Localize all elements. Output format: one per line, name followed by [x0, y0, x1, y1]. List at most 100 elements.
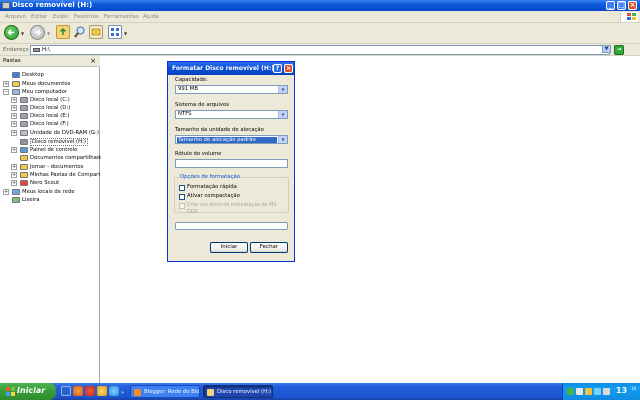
forward-dropdown-icon[interactable]: ▼ — [47, 31, 52, 36]
menu-arquivo[interactable]: Arquivo — [5, 13, 26, 21]
forward-icon[interactable] — [30, 25, 45, 40]
address-label: Endereço — [3, 47, 29, 53]
dialog-close-button[interactable]: × — [284, 64, 293, 73]
capacity-select[interactable]: 991 MB ▼ — [175, 85, 288, 94]
folder-icon — [20, 172, 28, 178]
tray-icon[interactable] — [594, 388, 601, 395]
msdos-startup-checkbox — [179, 203, 185, 209]
go-button[interactable]: → — [614, 45, 624, 55]
show-desktop-icon[interactable] — [61, 386, 71, 396]
firefox-icon[interactable] — [73, 386, 83, 396]
filesystem-label: Sistema de arquivos — [175, 102, 229, 108]
expander-icon[interactable]: + — [11, 105, 17, 111]
taskbar-item-blogger[interactable]: Blogger: Rede do Blo... — [130, 385, 200, 398]
address-dropdown-button[interactable]: ▼ — [602, 45, 611, 53]
volume-label-input[interactable] — [175, 159, 288, 168]
start-format-button[interactable]: Iniciar — [210, 242, 248, 253]
window-title-bar[interactable]: Disco removível (H:) _ □ × — [0, 0, 640, 11]
tree-item-label: Disco local (D:) — [30, 105, 71, 111]
folder-icon — [20, 155, 28, 161]
tree-item-label: Jomar - documentos — [30, 164, 84, 170]
filesystem-select[interactable]: NTFS ▼ — [175, 110, 288, 119]
dvd-icon — [20, 130, 28, 136]
taskbar-item-label: Disco removível (H:) — [217, 389, 271, 395]
filesystem-value: NTFS — [178, 111, 192, 117]
close-dialog-button[interactable]: Fechar — [250, 242, 288, 253]
address-input[interactable]: H:\ — [30, 45, 610, 55]
expander-icon[interactable]: + — [3, 81, 9, 87]
drive-icon — [20, 105, 28, 111]
windows-logo-icon — [620, 12, 638, 22]
views-icon[interactable] — [108, 25, 122, 39]
capacity-label: Capacidade: — [175, 77, 208, 83]
expander-icon[interactable]: + — [11, 172, 17, 178]
messenger-icon[interactable] — [109, 386, 119, 396]
menu-exibir[interactable]: Exibir — [53, 13, 69, 21]
expander-icon[interactable]: + — [11, 164, 17, 170]
expander-icon[interactable]: + — [11, 121, 17, 127]
system-tray: 13 10 — [562, 383, 640, 400]
tray-icon[interactable] — [567, 388, 574, 395]
allocation-select[interactable]: Tamanho de alocação padrão ▼ — [175, 135, 288, 144]
clock-hour[interactable]: 13 — [616, 384, 627, 398]
tray-icon[interactable] — [585, 388, 592, 395]
chevron-down-icon: ▼ — [278, 86, 287, 93]
compression-checkbox[interactable] — [179, 194, 185, 200]
removable-drive-icon — [33, 48, 40, 52]
taskbar-item-label: Blogger: Rede do Blo... — [144, 389, 200, 395]
expander-icon[interactable]: + — [11, 180, 17, 186]
tree-item-label: Disco local (C:) — [30, 97, 70, 103]
menu-ajuda[interactable]: Ajuda — [143, 13, 159, 21]
drive-icon — [20, 113, 28, 119]
back-dropdown-icon[interactable]: ▼ — [21, 31, 26, 36]
expander-icon[interactable]: + — [11, 113, 17, 119]
volume-label-label: Rótulo do volume — [175, 151, 222, 157]
menu-ferramentas[interactable]: Ferramentas — [104, 13, 139, 21]
speaker-icon[interactable] — [603, 388, 610, 395]
back-icon[interactable] — [4, 25, 19, 40]
control-panel-icon — [20, 147, 28, 153]
clock-minutes[interactable]: 10 — [631, 386, 636, 391]
tree-item-label: Nero Scout — [30, 180, 60, 186]
drive-icon — [20, 97, 28, 103]
start-button[interactable]: Iniciar — [0, 383, 56, 400]
opera-icon[interactable] — [85, 386, 95, 396]
expander-icon[interactable]: + — [11, 130, 17, 136]
help-button[interactable]: ? — [273, 64, 282, 73]
windows-flag-icon — [6, 387, 15, 396]
format-progress-bar — [175, 222, 288, 230]
menu-editar[interactable]: Editar — [31, 13, 47, 21]
folder-icon — [20, 164, 28, 170]
tree-item-label: Meu computador — [22, 89, 68, 95]
tree-item-label: Lixeira — [22, 197, 40, 203]
compression-label[interactable]: Ativar compactação — [187, 193, 240, 200]
minimize-button[interactable]: _ — [606, 1, 615, 10]
views-dropdown-icon[interactable]: ▼ — [124, 31, 129, 36]
expander-icon[interactable]: + — [3, 189, 9, 195]
menu-favoritos[interactable]: Favoritos — [74, 13, 99, 21]
folders-icon[interactable] — [89, 25, 103, 39]
expander-icon[interactable]: + — [11, 147, 17, 153]
quick-format-label[interactable]: Formatação rápida — [187, 184, 237, 191]
maximize-button[interactable]: □ — [617, 1, 626, 10]
expander-icon[interactable]: − — [3, 89, 9, 95]
window-title: Disco removível (H:) — [12, 1, 93, 9]
taskbar-item-disco-removivel[interactable]: Disco removível (H:) — [203, 385, 273, 398]
folders-pane: Pastas × Desktop + Meus documentos − Meu com… — [0, 56, 107, 383]
dialog-title-bar[interactable]: Formatar Disco removível (H:) ? × — [168, 62, 294, 75]
close-pane-icon[interactable]: × — [90, 57, 96, 66]
tree-item-label: Disco local (F:) — [30, 121, 69, 127]
quick-format-checkbox[interactable] — [179, 185, 185, 191]
quick-launch-expand-icon[interactable]: » — [121, 391, 126, 396]
close-button[interactable]: × — [628, 1, 637, 10]
tree-item-label: Meus documentos — [22, 81, 71, 87]
network-icon — [12, 189, 20, 195]
nero-icon — [20, 180, 28, 186]
search-icon[interactable] — [73, 25, 87, 39]
media-player-icon[interactable] — [97, 386, 107, 396]
folders-pane-header: Pastas × — [0, 56, 100, 67]
browser-icon — [134, 389, 141, 396]
up-folder-icon[interactable] — [56, 25, 70, 39]
tray-icon[interactable] — [576, 388, 583, 395]
expander-icon[interactable]: + — [11, 97, 17, 103]
